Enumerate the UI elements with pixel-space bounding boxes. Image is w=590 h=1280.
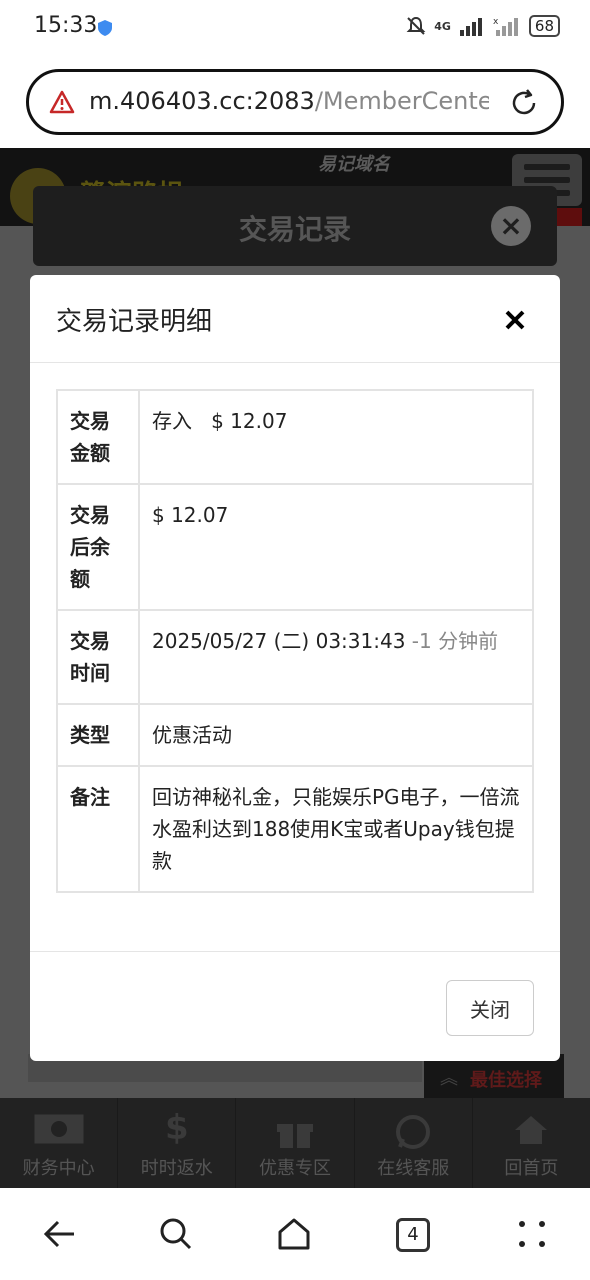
more-icon[interactable] [514,1216,550,1252]
tab-home: 回首页 [473,1098,590,1188]
tab-rebate: $ 时时返水 [118,1098,237,1188]
table-row: 交易金额 存入 $ 12.07 [56,389,534,485]
network-label: 4G [434,19,451,33]
signal-icon [459,18,482,36]
search-icon[interactable] [158,1216,194,1252]
whatsapp-icon [396,1115,431,1149]
modal-footer: 关闭 [30,951,560,1061]
table-row: 类型 优惠活动 [56,703,534,767]
table-row: 备注 回访神秘礼金，只能娱乐PG电子，一倍流水盈利达到188使用K宝或者Upay… [56,765,534,893]
row-key-category: 类型 [56,703,140,767]
row-value-time: 2025/05/27 (二) 03:31:43 -1 分钟前 [138,609,534,705]
modal-body: 交易金额 存入 $ 12.07 交易后余额 $ 12.07 交易时间 2025/… [30,363,560,951]
back-icon[interactable] [42,1216,78,1252]
transaction-header: 交易记录 × [33,186,557,266]
gift-icon [277,1124,313,1148]
warning-icon[interactable] [49,90,75,114]
close-button[interactable]: 关闭 [446,980,534,1036]
tab-label: 在线客服 [377,1158,450,1179]
chevron-up-icon: ︽ [440,1068,458,1089]
header-close-icon: × [491,206,531,246]
money-icon [34,1114,84,1144]
tab-label: 时时返水 [140,1158,213,1179]
battery-indicator: 68 [528,15,560,37]
row-key-balance: 交易后余额 [56,483,140,611]
url-text[interactable]: m.406403.cc:2083/MemberCenter [89,87,489,115]
mute-bell-icon [406,16,426,35]
modal-title: 交易记录明细 [56,307,213,337]
transaction-detail-modal: 交易记录明细 交易金额 存入 $ 12.07 交易后余额 $ 12.07 交易时… [30,275,560,1061]
reload-icon[interactable] [509,88,539,118]
table-row: 交易后余额 $ 12.07 [56,483,534,611]
modal-header: 交易记录明细 [30,275,560,363]
domain-label: 易记域名 [318,154,390,175]
signal-off-icon: x [493,17,518,36]
row-key-time: 交易时间 [56,609,140,705]
close-icon[interactable] [504,309,526,331]
deposit-type: 存入 [152,409,192,433]
row-key-amount: 交易金额 [56,389,140,485]
row-value-category: 优惠活动 [138,703,534,767]
status-time: 15:33 [34,13,98,38]
row-value-note: 回访神秘礼金，只能娱乐PG电子，一倍流水盈利达到188使用K宝或者Upay钱包提… [138,765,534,893]
deposit-amount: $ 12.07 [211,409,288,433]
browser-toolbar: m.406403.cc:2083/MemberCenter [0,56,590,148]
tab-promotions: 优惠专区 [236,1098,355,1188]
url-host: m.406403.cc:2083 [89,87,315,115]
status-bar: 15:33 4G x 68 [0,0,590,56]
svg-text:x: x [493,17,499,27]
dollar-icon: $ [164,1108,189,1148]
transaction-header-title: 交易记录 [238,213,351,246]
shield-icon [98,20,112,36]
row-key-note: 备注 [56,765,140,893]
row-value-balance: $ 12.07 [138,483,534,611]
detail-table: 交易金额 存入 $ 12.07 交易后余额 $ 12.07 交易时间 2025/… [56,389,534,893]
tab-support: 在线客服 [355,1098,473,1188]
home-icon[interactable] [276,1216,312,1252]
best-choice-label: 最佳选择 [470,1070,542,1091]
tab-label: 优惠专区 [259,1158,331,1179]
url-path: /MemberCenter [314,87,489,115]
tab-finance: 财务中心 [0,1098,119,1188]
home-icon [515,1116,548,1144]
table-row: 交易时间 2025/05/27 (二) 03:31:43 -1 分钟前 [56,609,534,705]
address-bar[interactable]: m.406403.cc:2083/MemberCenter [26,69,564,135]
bottom-tabbar: 财务中心 $ 时时返水 优惠专区 在线客服 回首页 [0,1098,590,1188]
browser-navbar [0,1188,590,1280]
tab-label: 财务中心 [22,1158,95,1179]
relative-time: -1 分钟前 [411,629,499,653]
row-value-amount: 存入 $ 12.07 [138,389,534,485]
tabs-count-button[interactable]: 4 [396,1218,430,1252]
transaction-time: 2025/05/27 (二) 03:31:43 [152,629,406,653]
tab-label: 回首页 [504,1158,559,1179]
